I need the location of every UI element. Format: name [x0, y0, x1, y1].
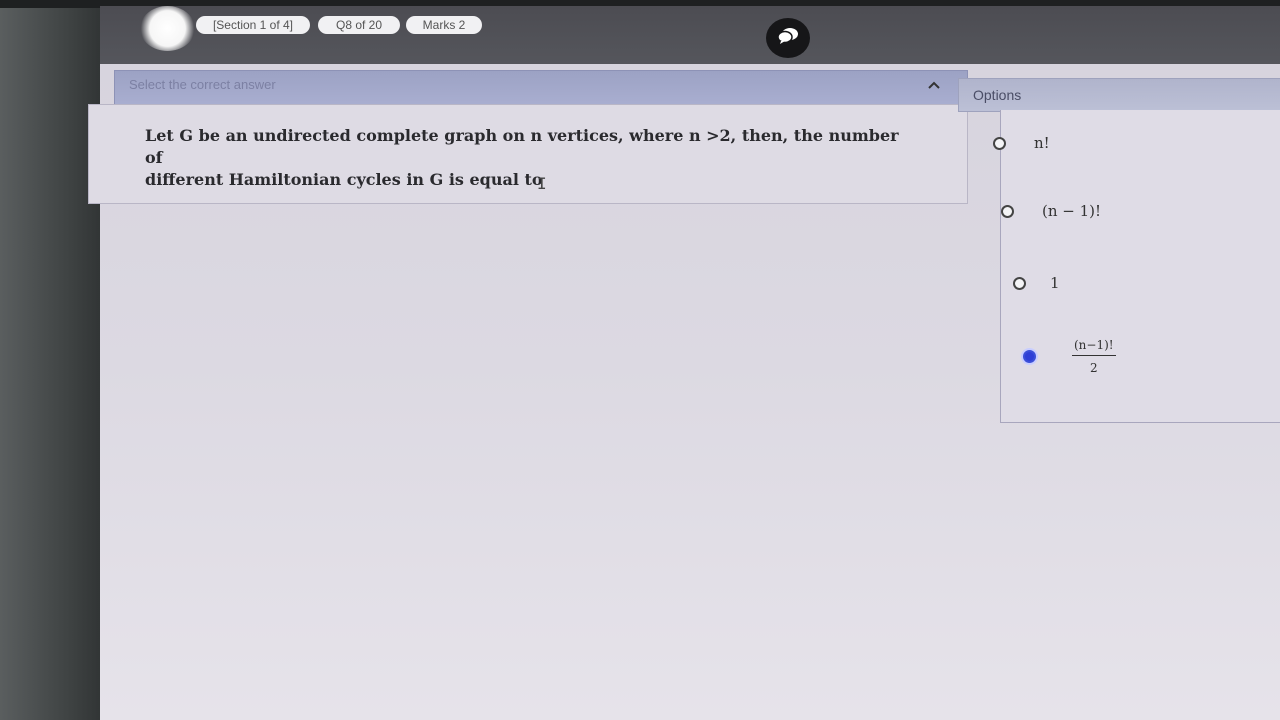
option-3-text: 1 — [1050, 274, 1060, 292]
screen-glare — [140, 6, 195, 51]
chat-bubbles-icon — [777, 27, 799, 50]
option-4-fraction: (n−1)! 2 — [1072, 338, 1116, 375]
option-2-radio[interactable] — [1001, 204, 1014, 218]
instruction-label: Select the correct answer — [129, 77, 276, 92]
text-cursor-icon: I — [537, 174, 547, 193]
question-panel: Let G be an undirected complete graph on… — [88, 104, 968, 204]
marks-badge: Marks 2 — [406, 16, 482, 34]
option-1[interactable]: n! — [993, 134, 1050, 152]
option-4-radio-selected[interactable] — [1023, 350, 1036, 363]
question-text: Let G be an undirected complete graph on… — [145, 125, 915, 191]
section-badge: [Section 1 of 4] — [196, 16, 310, 34]
option-4-denominator: 2 — [1089, 361, 1098, 375]
question-text-line-2: different Hamiltonian cycles in G is equ… — [145, 170, 543, 189]
option-4-numerator: (n−1)! — [1072, 338, 1116, 356]
exam-screen: [Section 1 of 4] Q8 of 20 Marks 2 Select… — [88, 6, 1280, 720]
option-2-text: (n − 1)! — [1042, 202, 1102, 220]
option-1-text: n! — [1034, 134, 1050, 152]
options-title: Options — [973, 87, 1022, 103]
chevron-up-icon[interactable] — [927, 77, 941, 94]
question-number-badge: Q8 of 20 — [318, 16, 400, 34]
options-panel: n! (n − 1)! 1 (n−1)! 2 — [993, 110, 1280, 423]
option-2[interactable]: (n − 1)! — [1001, 202, 1101, 220]
option-3[interactable]: 1 — [1013, 274, 1060, 292]
option-4[interactable]: (n−1)! 2 — [1023, 338, 1116, 375]
options-header: Options — [958, 78, 1280, 112]
option-1-radio[interactable] — [993, 136, 1006, 150]
option-3-radio[interactable] — [1013, 276, 1026, 290]
exam-topbar: [Section 1 of 4] Q8 of 20 Marks 2 — [100, 6, 1280, 64]
question-text-line-1: Let G be an undirected complete graph on… — [145, 126, 899, 167]
question-header: Select the correct answer — [114, 70, 968, 106]
chat-button[interactable] — [766, 18, 810, 58]
